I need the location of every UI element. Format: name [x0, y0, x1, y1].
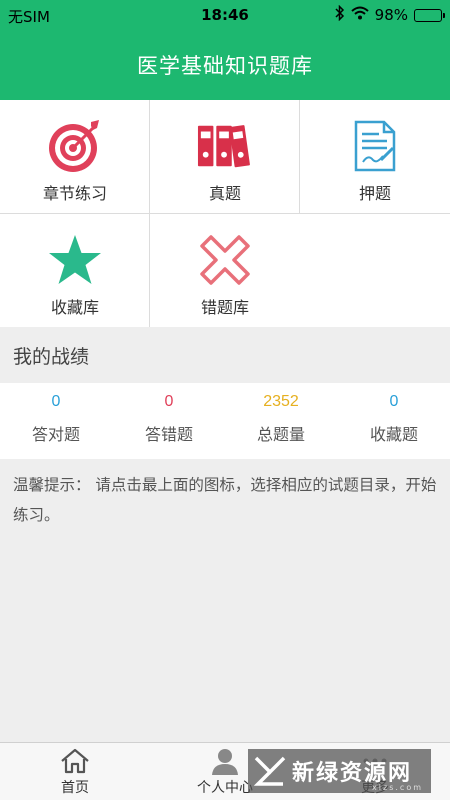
stat-value: 0 [164, 393, 174, 410]
bluetooth-icon [335, 4, 345, 25]
grid-divider [299, 100, 300, 213]
stat-label: 答错题 [144, 425, 193, 444]
menu-grid: 章节练习 真题 押题 收藏库 错题库 [0, 100, 450, 327]
home-icon [60, 747, 90, 775]
watermark: 新绿资源网 xlzs.com [248, 749, 431, 793]
stat-label: 总题量 [256, 425, 305, 444]
person-icon [211, 747, 239, 775]
menu-favorites[interactable]: 收藏库 [0, 214, 150, 327]
stat-value: 0 [389, 393, 399, 410]
page-title: 医学基础知识题库 [137, 54, 313, 78]
stat-correct[interactable]: 0 答对题 [0, 383, 112, 459]
stat-label: 答对题 [31, 425, 80, 444]
stat-total[interactable]: 2352 总题量 [225, 383, 337, 459]
battery-percent: 98% [374, 6, 408, 24]
menu-label: 押题 [358, 184, 391, 203]
stat-favorites[interactable]: 0 收藏题 [338, 383, 450, 459]
battery-icon [414, 8, 445, 22]
menu-chapter-practice[interactable]: 章节练习 [0, 100, 150, 213]
cross-icon [197, 232, 253, 288]
menu-past-exams[interactable]: 真题 [150, 100, 300, 213]
target-icon [47, 118, 103, 174]
menu-label: 真题 [208, 184, 241, 203]
menu-label: 章节练习 [42, 184, 107, 203]
stats-panel: 0 答对题 0 答错题 2352 总题量 0 收藏题 [0, 383, 450, 459]
menu-label: 收藏库 [50, 298, 99, 317]
status-right: 98% [335, 4, 445, 25]
tab-label: 首页 [61, 780, 89, 796]
grid-divider [0, 213, 450, 214]
tab-label: 个人中心 [197, 780, 253, 796]
menu-predicted-questions[interactable]: 押题 [300, 100, 450, 213]
section-title: 我的战绩 [0, 327, 450, 383]
stat-label: 收藏题 [369, 425, 418, 444]
title-bar: 医学基础知识题库 [0, 30, 450, 100]
tip-text: 温馨提示： 请点击最上面的图标，选择相应的试题目录，开始练习。 [13, 476, 437, 524]
binders-icon [197, 118, 253, 174]
watermark-logo-icon [248, 749, 292, 793]
menu-label: 错题库 [200, 298, 249, 317]
stat-wrong[interactable]: 0 答错题 [113, 383, 225, 459]
status-bar: 无SIM 18:46 98% [0, 0, 450, 30]
star-icon [47, 232, 103, 288]
stat-value: 0 [51, 393, 61, 410]
wifi-icon [350, 6, 369, 24]
document-pen-icon [347, 118, 403, 174]
watermark-url: xlzs.com [372, 783, 423, 792]
menu-wrong-questions[interactable]: 错题库 [150, 214, 300, 327]
stat-value: 2352 [263, 393, 299, 410]
tab-home[interactable]: 首页 [0, 743, 150, 800]
